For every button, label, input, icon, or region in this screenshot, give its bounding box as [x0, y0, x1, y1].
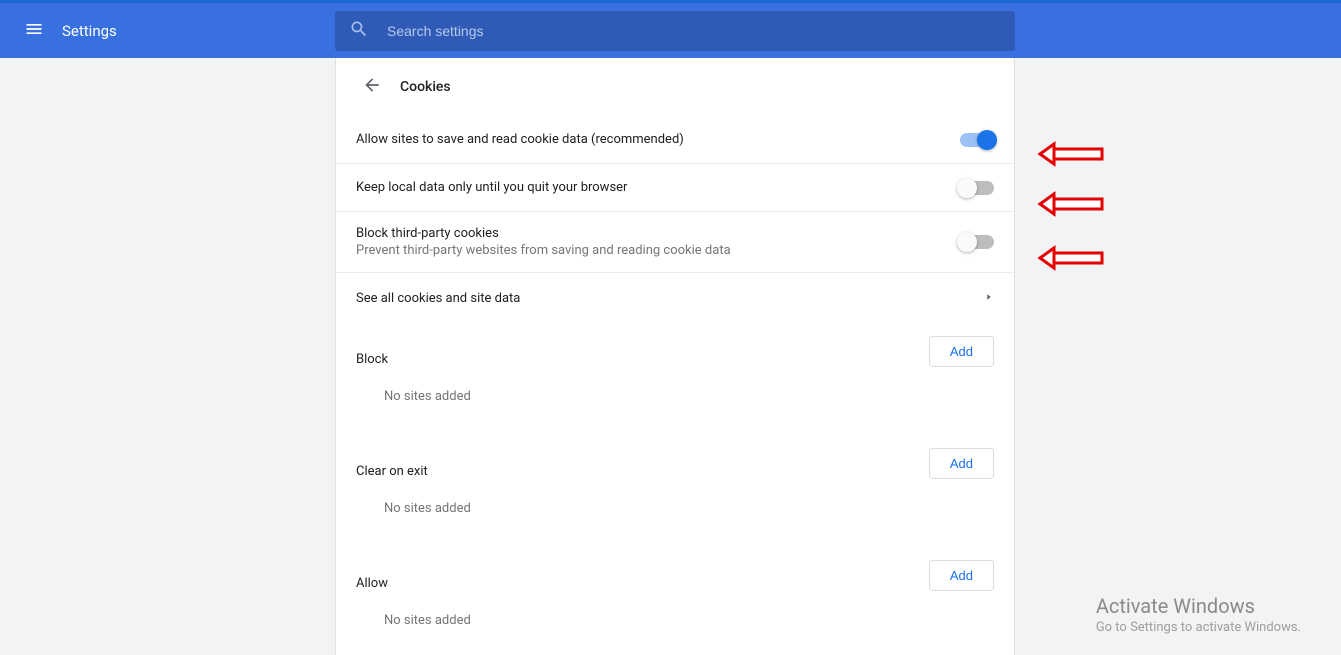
section-clear-on-exit: Clear on exit Add: [336, 436, 1014, 483]
annotation-arrow-2: [1036, 190, 1106, 218]
page-title: Cookies: [400, 79, 451, 95]
search-input[interactable]: [387, 23, 1001, 39]
menu-button[interactable]: [10, 7, 58, 55]
annotation-arrow-3: [1036, 244, 1106, 272]
clear-empty: No sites added: [336, 483, 1014, 548]
windows-watermark: Activate Windows Go to Settings to activ…: [1096, 594, 1301, 635]
app-header: Settings: [0, 3, 1341, 58]
header-title: Settings: [62, 22, 117, 40]
search-icon: [349, 19, 387, 43]
row-label: Block third-party cookies: [356, 226, 499, 241]
content-panel: Cookies Allow sites to save and read coo…: [335, 58, 1015, 655]
row-see-all-cookies[interactable]: See all cookies and site data: [336, 273, 1014, 324]
row-keep-local[interactable]: Keep local data only until you quit your…: [336, 164, 1014, 212]
row-label: See all cookies and site data: [356, 291, 520, 306]
row-sublabel: Prevent third-party websites from saving…: [356, 243, 731, 258]
row-block-third-party[interactable]: Block third-party cookies Prevent third-…: [336, 212, 1014, 273]
row-label: Allow sites to save and read cookie data…: [356, 132, 684, 147]
watermark-sub: Go to Settings to activate Windows.: [1096, 620, 1301, 635]
hamburger-icon: [24, 19, 44, 43]
section-block: Block Add: [336, 324, 1014, 371]
add-allow-button[interactable]: Add: [929, 560, 994, 591]
toggle-keep-local[interactable]: [960, 181, 994, 195]
row-allow-cookies[interactable]: Allow sites to save and read cookie data…: [336, 116, 1014, 164]
add-block-button[interactable]: Add: [929, 336, 994, 367]
section-label: Clear on exit: [356, 464, 428, 479]
section-label: Allow: [356, 576, 388, 591]
section-label: Block: [356, 352, 388, 367]
section-allow: Allow Add: [336, 548, 1014, 595]
add-clear-button[interactable]: Add: [929, 448, 994, 479]
chevron-right-icon: [984, 291, 994, 306]
back-button[interactable]: [356, 71, 388, 103]
row-label: Keep local data only until you quit your…: [356, 180, 627, 195]
search-bar[interactable]: [335, 11, 1015, 51]
toggle-block-third-party[interactable]: [960, 235, 994, 249]
arrow-left-icon: [362, 75, 382, 99]
watermark-title: Activate Windows: [1096, 594, 1301, 618]
toggle-allow-cookies[interactable]: [960, 133, 994, 147]
block-empty: No sites added: [336, 371, 1014, 436]
allow-empty: No sites added: [336, 595, 1014, 638]
annotation-arrow-1: [1036, 140, 1106, 168]
